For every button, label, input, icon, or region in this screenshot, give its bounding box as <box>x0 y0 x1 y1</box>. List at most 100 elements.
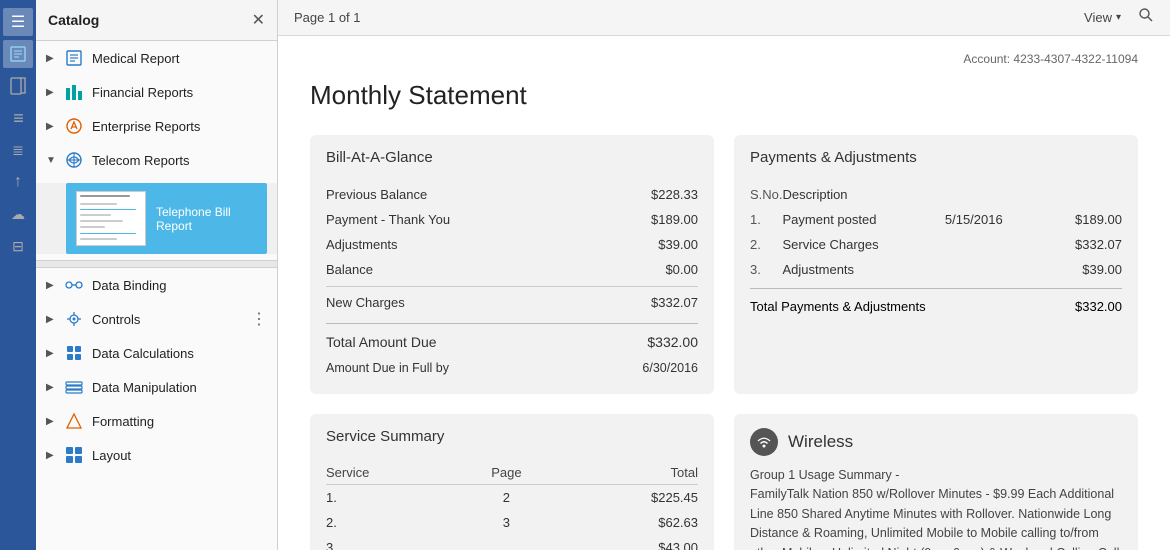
medical-label: Medical Report <box>92 51 267 66</box>
prev-balance-label: Previous Balance <box>326 187 427 202</box>
col-date <box>945 182 1043 207</box>
catalog-title: Catalog <box>48 12 99 28</box>
pay-row-3: 3. Adjustments $39.00 <box>750 257 1122 282</box>
service-col-page: Page <box>460 461 554 485</box>
search-icon[interactable] <box>1138 7 1154 28</box>
document-content: Account: 4233-4307-4322-11094 Monthly St… <box>278 36 1170 550</box>
pay-row-2: 2. Service Charges $332.07 <box>750 232 1122 257</box>
formatting-label: Formatting <box>92 414 267 429</box>
service-row-2: 2. 3 $62.63 <box>326 510 698 535</box>
sub-items-telecom: Telephone Bill Report <box>36 183 277 254</box>
data-manip-icon <box>64 377 84 397</box>
catalog-item-data-binding[interactable]: ▶ Data Binding <box>36 268 277 302</box>
pages-icon[interactable] <box>3 40 33 68</box>
catalog-item-financial[interactable]: ▶ Financial Reports <box>36 75 277 109</box>
new-charges-value: $332.07 <box>651 295 698 310</box>
bill-row-adjustments: Adjustments $39.00 <box>326 232 698 257</box>
enterprise-icon <box>64 116 84 136</box>
pay-row-3-date <box>945 257 1043 282</box>
service-row-3: 3. $43.00 <box>326 535 698 550</box>
wireless-icon <box>750 428 778 456</box>
total-label: Total Amount Due <box>326 334 437 350</box>
medical-icon <box>64 48 84 68</box>
list-icon[interactable]: ≡ <box>3 104 33 132</box>
expand-arrow-medical: ▶ <box>46 53 60 64</box>
telecom-label: Telecom Reports <box>92 153 267 168</box>
payment-label: Payment - Thank You <box>326 212 450 227</box>
payments-title: Payments & Adjustments <box>750 149 1122 170</box>
new-charges-label: New Charges <box>326 295 405 310</box>
bill-row-new-charges: New Charges $332.07 <box>326 286 698 315</box>
pay-row-3-amount: $39.00 <box>1043 257 1122 282</box>
view-label: View <box>1084 10 1112 25</box>
bill-row-total: Total Amount Due $332.00 <box>326 323 698 355</box>
pay-total-value: $332.00 <box>1075 299 1122 314</box>
wireless-title: Wireless <box>788 432 853 452</box>
due-value: 6/30/2016 <box>642 361 698 375</box>
expand-arrow-controls: ▶ <box>46 314 60 325</box>
catalog-item-layout[interactable]: ▶ Layout <box>36 438 277 472</box>
balance-value: $0.00 <box>665 262 698 277</box>
col-sno: S.No. <box>750 182 783 207</box>
wireless-text: Group 1 Usage Summary - FamilyTalk Natio… <box>750 466 1122 550</box>
pay-total-label: Total Payments & Adjustments <box>750 299 926 314</box>
service-row-2-total: $62.63 <box>553 510 698 535</box>
controls-icon <box>64 309 84 329</box>
bill-row-balance: Balance $0.00 <box>326 257 698 282</box>
catalog-item-telecom[interactable]: ▼ Telecom Reports <box>36 143 277 177</box>
expand-arrow-formatting: ▶ <box>46 416 60 427</box>
expand-arrow-telecom: ▼ <box>46 155 60 166</box>
service-col-service: Service <box>326 461 460 485</box>
controls-label: Controls <box>92 312 247 327</box>
page-indicator: Page 1 of 1 <box>294 10 361 25</box>
catalog-header: Catalog ✕ <box>36 0 277 41</box>
payment-value: $189.00 <box>651 212 698 227</box>
pay-row-2-desc: Service Charges <box>783 232 945 257</box>
pay-row-1-num: 1. <box>750 207 783 232</box>
pay-row-2-date <box>945 232 1043 257</box>
formatting-icon <box>64 411 84 431</box>
service-row-1-page: 2 <box>460 485 554 511</box>
document-icon[interactable] <box>3 72 33 100</box>
catalog-close-button[interactable]: ✕ <box>252 10 265 30</box>
catalog-item-data-manip[interactable]: ▶ Data Manipulation <box>36 370 277 404</box>
indent-icon[interactable]: ≣ <box>3 136 33 164</box>
service-row-1-total: $225.45 <box>553 485 698 511</box>
wireless-card: Wireless Group 1 Usage Summary - FamilyT… <box>734 414 1138 550</box>
hamburger-menu-icon[interactable]: ☰ <box>3 8 33 36</box>
upload-icon[interactable]: ↑ <box>3 168 33 196</box>
catalog-item-formatting[interactable]: ▶ Formatting <box>36 404 277 438</box>
catalog-item-enterprise[interactable]: ▶ Enterprise Reports <box>36 109 277 143</box>
section-divider-1 <box>36 260 277 268</box>
data-binding-label: Data Binding <box>92 278 267 293</box>
view-chevron-icon: ▾ <box>1116 12 1121 23</box>
col-amount <box>1043 182 1122 207</box>
col-desc: Description <box>783 182 945 207</box>
telephone-bill-preview[interactable]: Telephone Bill Report <box>66 183 267 254</box>
expand-arrow-enterprise: ▶ <box>46 121 60 132</box>
pay-row-2-num: 2. <box>750 232 783 257</box>
prev-balance-value: $228.33 <box>651 187 698 202</box>
financial-label: Financial Reports <box>92 85 267 100</box>
adjustments-value: $39.00 <box>658 237 698 252</box>
service-row-2-num: 2. <box>326 510 460 535</box>
account-line: Account: 4233-4307-4322-11094 <box>963 52 1138 70</box>
catalog-item-medical[interactable]: ▶ Medical Report <box>36 41 277 75</box>
payments-adjustments-card: Payments & Adjustments S.No. Description… <box>734 135 1138 394</box>
service-summary-title: Service Summary <box>326 428 698 449</box>
view-button[interactable]: View ▾ <box>1075 6 1130 29</box>
cloud-download-icon[interactable]: ☁ <box>3 200 33 228</box>
print-icon[interactable]: ⊟ <box>3 232 33 260</box>
data-calc-icon <box>64 343 84 363</box>
service-row-3-page <box>460 535 554 550</box>
telecom-icon <box>64 150 84 170</box>
payments-table: S.No. Description 1. Payment posted 5/15… <box>750 182 1122 282</box>
service-row-2-page: 3 <box>460 510 554 535</box>
pay-row-1-desc: Payment posted <box>783 207 945 232</box>
controls-more-dots[interactable]: ⋮ <box>251 309 267 329</box>
balance-label: Balance <box>326 262 373 277</box>
catalog-item-controls[interactable]: ▶ Controls ⋮ <box>36 302 277 336</box>
pay-row-1-amount: $189.00 <box>1043 207 1122 232</box>
financial-icon <box>64 82 84 102</box>
catalog-item-data-calc[interactable]: ▶ Data Calculations <box>36 336 277 370</box>
